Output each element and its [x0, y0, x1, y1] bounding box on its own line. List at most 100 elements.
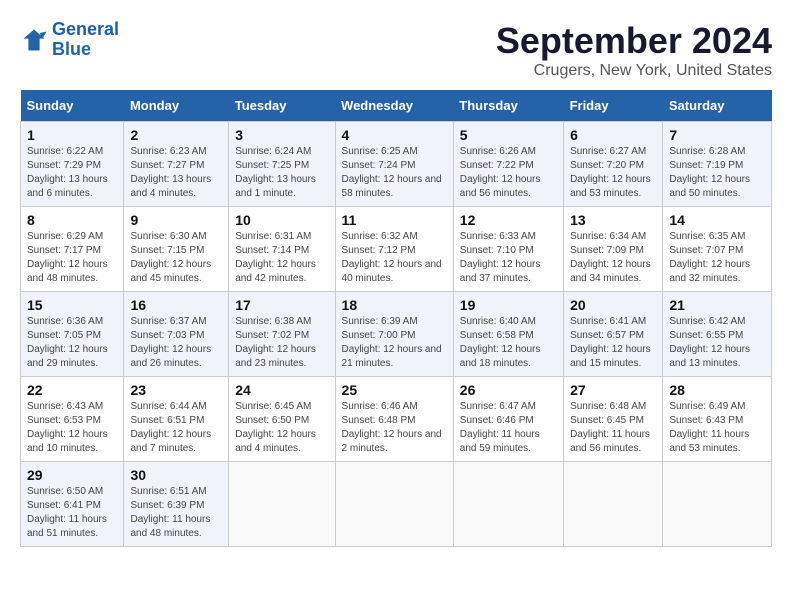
day-number: 27 [570, 382, 656, 398]
calendar-cell: 17 Sunrise: 6:38 AM Sunset: 7:02 PM Dayli… [229, 292, 335, 377]
day-number: 1 [27, 127, 117, 143]
calendar-cell: 12 Sunrise: 6:33 AM Sunset: 7:10 PM Dayli… [453, 207, 563, 292]
day-number: 12 [460, 212, 557, 228]
day-info: Sunrise: 6:26 AM Sunset: 7:22 PM Dayligh… [460, 145, 557, 201]
calendar-cell: 23 Sunrise: 6:44 AM Sunset: 6:51 PM Dayli… [124, 377, 229, 462]
day-info: Sunrise: 6:48 AM Sunset: 6:45 PM Dayligh… [570, 400, 656, 456]
day-info: Sunrise: 6:25 AM Sunset: 7:24 PM Dayligh… [342, 145, 447, 201]
calendar-cell: 30Sunrise: 6:51 AM Sunset: 6:39 PM Dayli… [124, 462, 229, 547]
calendar-table: SundayMondayTuesdayWednesdayThursdayFrid… [20, 90, 772, 547]
calendar-cell [229, 462, 335, 547]
day-number: 26 [460, 382, 557, 398]
day-info: Sunrise: 6:35 AM Sunset: 7:07 PM Dayligh… [669, 230, 765, 286]
column-header-tuesday: Tuesday [229, 90, 335, 122]
day-info: Sunrise: 6:49 AM Sunset: 6:43 PM Dayligh… [669, 400, 765, 456]
calendar-cell: 11Sunrise: 6:32 AM Sunset: 7:12 PM Dayli… [335, 207, 453, 292]
calendar-cell: 27 Sunrise: 6:48 AM Sunset: 6:45 PM Dayli… [564, 377, 663, 462]
day-info: Sunrise: 6:31 AM Sunset: 7:14 PM Dayligh… [235, 230, 328, 286]
day-info: Sunrise: 6:28 AM Sunset: 7:19 PM Dayligh… [669, 145, 765, 201]
calendar-row: 15Sunrise: 6:36 AM Sunset: 7:05 PM Dayli… [21, 292, 772, 377]
day-number: 23 [130, 382, 222, 398]
title-area: September 2024 Crugers, New York, United… [496, 20, 772, 80]
day-info: Sunrise: 6:40 AM Sunset: 6:58 PM Dayligh… [460, 315, 557, 371]
calendar-cell: 19 Sunrise: 6:40 AM Sunset: 6:58 PM Dayli… [453, 292, 563, 377]
calendar-cell: 6 Sunrise: 6:27 AM Sunset: 7:20 PM Daylig… [564, 122, 663, 207]
day-info: Sunrise: 6:44 AM Sunset: 6:51 PM Dayligh… [130, 400, 222, 456]
day-info: Sunrise: 6:30 AM Sunset: 7:15 PM Dayligh… [130, 230, 222, 286]
calendar-body: 1 Sunrise: 6:22 AM Sunset: 7:29 PM Daylig… [21, 122, 772, 547]
day-number: 5 [460, 127, 557, 143]
day-number: 17 [235, 297, 328, 313]
day-number: 30 [130, 467, 222, 483]
day-info: Sunrise: 6:29 AM Sunset: 7:17 PM Dayligh… [27, 230, 117, 286]
calendar-cell: 26 Sunrise: 6:47 AM Sunset: 6:46 PM Dayli… [453, 377, 563, 462]
calendar-cell: 5 Sunrise: 6:26 AM Sunset: 7:22 PM Daylig… [453, 122, 563, 207]
day-info: Sunrise: 6:46 AM Sunset: 6:48 PM Dayligh… [342, 400, 447, 456]
day-number: 24 [235, 382, 328, 398]
calendar-cell [663, 462, 772, 547]
day-info: Sunrise: 6:50 AM Sunset: 6:41 PM Dayligh… [27, 485, 117, 541]
calendar-cell: 28Sunrise: 6:49 AM Sunset: 6:43 PM Dayli… [663, 377, 772, 462]
calendar-cell: 10 Sunrise: 6:31 AM Sunset: 7:14 PM Dayli… [229, 207, 335, 292]
calendar-cell: 2 Sunrise: 6:23 AM Sunset: 7:27 PM Daylig… [124, 122, 229, 207]
day-number: 29 [27, 467, 117, 483]
day-number: 18 [342, 297, 447, 313]
calendar-row: 22 Sunrise: 6:43 AM Sunset: 6:53 PM Dayli… [21, 377, 772, 462]
calendar-cell: 8 Sunrise: 6:29 AM Sunset: 7:17 PM Daylig… [21, 207, 124, 292]
day-info: Sunrise: 6:22 AM Sunset: 7:29 PM Dayligh… [27, 145, 117, 201]
page-subtitle: Crugers, New York, United States [496, 62, 772, 80]
day-info: Sunrise: 6:24 AM Sunset: 7:25 PM Dayligh… [235, 145, 328, 201]
calendar-cell: 25 Sunrise: 6:46 AM Sunset: 6:48 PM Dayli… [335, 377, 453, 462]
day-info: Sunrise: 6:41 AM Sunset: 6:57 PM Dayligh… [570, 315, 656, 371]
day-number: 4 [342, 127, 447, 143]
calendar-cell [564, 462, 663, 547]
calendar-cell [453, 462, 563, 547]
calendar-cell: 29 Sunrise: 6:50 AM Sunset: 6:41 PM Dayli… [21, 462, 124, 547]
day-info: Sunrise: 6:36 AM Sunset: 7:05 PM Dayligh… [27, 315, 117, 371]
calendar-cell: 22 Sunrise: 6:43 AM Sunset: 6:53 PM Dayli… [21, 377, 124, 462]
day-number: 13 [570, 212, 656, 228]
day-number: 8 [27, 212, 117, 228]
calendar-cell: 14 Sunrise: 6:35 AM Sunset: 7:07 PM Dayli… [663, 207, 772, 292]
day-number: 10 [235, 212, 328, 228]
calendar-row: 8 Sunrise: 6:29 AM Sunset: 7:17 PM Daylig… [21, 207, 772, 292]
calendar-cell: 7 Sunrise: 6:28 AM Sunset: 7:19 PM Daylig… [663, 122, 772, 207]
day-number: 19 [460, 297, 557, 313]
day-info: Sunrise: 6:43 AM Sunset: 6:53 PM Dayligh… [27, 400, 117, 456]
day-number: 2 [130, 127, 222, 143]
day-number: 6 [570, 127, 656, 143]
day-info: Sunrise: 6:23 AM Sunset: 7:27 PM Dayligh… [130, 145, 222, 201]
day-info: Sunrise: 6:32 AM Sunset: 7:12 PM Dayligh… [342, 230, 447, 286]
day-number: 25 [342, 382, 447, 398]
day-number: 16 [130, 297, 222, 313]
column-header-sunday: Sunday [21, 90, 124, 122]
day-number: 22 [27, 382, 117, 398]
calendar-cell: 3 Sunrise: 6:24 AM Sunset: 7:25 PM Daylig… [229, 122, 335, 207]
day-number: 9 [130, 212, 222, 228]
day-info: Sunrise: 6:33 AM Sunset: 7:10 PM Dayligh… [460, 230, 557, 286]
calendar-cell: 15Sunrise: 6:36 AM Sunset: 7:05 PM Dayli… [21, 292, 124, 377]
logo-bird-icon [20, 26, 48, 54]
day-number: 14 [669, 212, 765, 228]
day-info: Sunrise: 6:38 AM Sunset: 7:02 PM Dayligh… [235, 315, 328, 371]
logo: General Blue [20, 20, 119, 60]
logo-text: General Blue [52, 20, 119, 60]
column-header-monday: Monday [124, 90, 229, 122]
calendar-cell: 21Sunrise: 6:42 AM Sunset: 6:55 PM Dayli… [663, 292, 772, 377]
day-number: 7 [669, 127, 765, 143]
column-header-friday: Friday [564, 90, 663, 122]
column-header-thursday: Thursday [453, 90, 563, 122]
calendar-cell: 1 Sunrise: 6:22 AM Sunset: 7:29 PM Daylig… [21, 122, 124, 207]
page-header: General Blue September 2024 Crugers, New… [20, 20, 772, 80]
calendar-cell: 4 Sunrise: 6:25 AM Sunset: 7:24 PM Daylig… [335, 122, 453, 207]
day-info: Sunrise: 6:47 AM Sunset: 6:46 PM Dayligh… [460, 400, 557, 456]
column-headers: SundayMondayTuesdayWednesdayThursdayFrid… [21, 90, 772, 122]
day-number: 3 [235, 127, 328, 143]
day-info: Sunrise: 6:45 AM Sunset: 6:50 PM Dayligh… [235, 400, 328, 456]
day-info: Sunrise: 6:42 AM Sunset: 6:55 PM Dayligh… [669, 315, 765, 371]
column-header-wednesday: Wednesday [335, 90, 453, 122]
day-number: 20 [570, 297, 656, 313]
calendar-cell: 13Sunrise: 6:34 AM Sunset: 7:09 PM Dayli… [564, 207, 663, 292]
day-info: Sunrise: 6:27 AM Sunset: 7:20 PM Dayligh… [570, 145, 656, 201]
calendar-cell: 16Sunrise: 6:37 AM Sunset: 7:03 PM Dayli… [124, 292, 229, 377]
